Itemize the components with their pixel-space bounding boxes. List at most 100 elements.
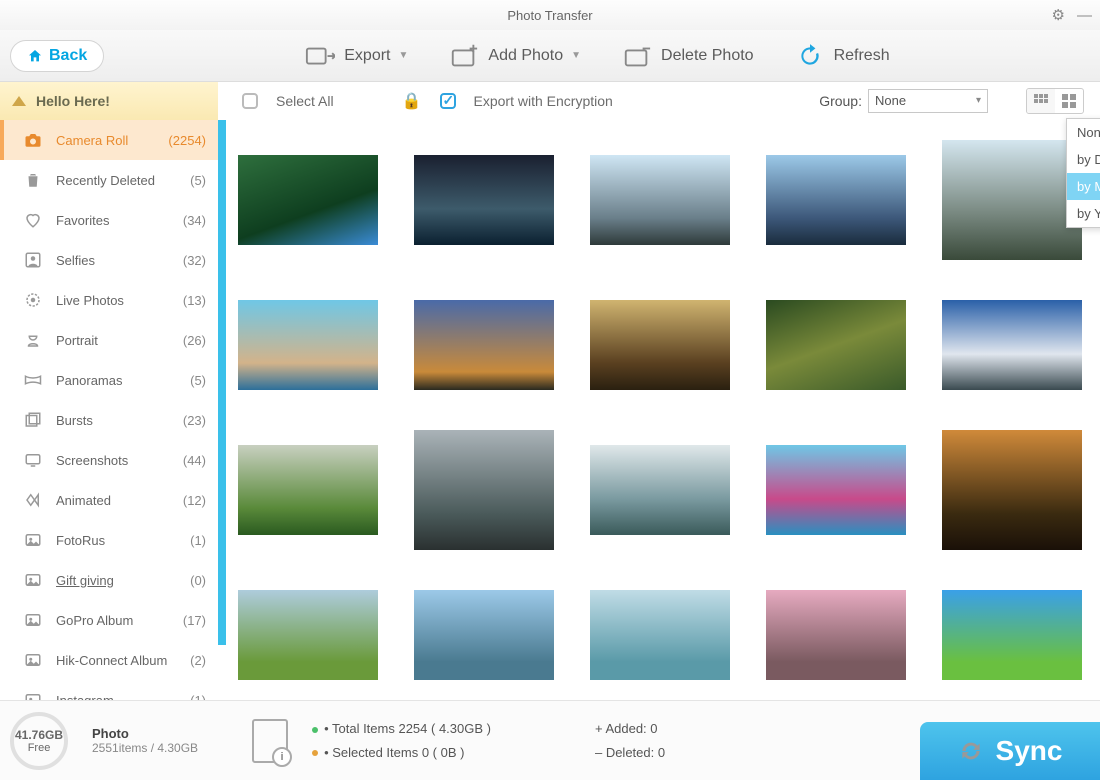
album-label: Instagram <box>56 693 176 701</box>
info-doc-icon <box>252 719 288 763</box>
view-toggle <box>1026 88 1084 114</box>
group-option-by-month[interactable]: by Month <box>1067 173 1100 200</box>
eject-icon <box>12 96 26 106</box>
photo-thumbnail[interactable] <box>238 430 378 550</box>
refresh-icon <box>794 43 826 69</box>
album-count: (13) <box>183 293 206 308</box>
sidebar-item-favorites[interactable]: Favorites(34) <box>0 200 218 240</box>
add-photo-button[interactable]: Add Photo ▼ <box>448 43 581 69</box>
heart-icon <box>24 211 42 229</box>
add-photo-icon <box>448 43 480 69</box>
refresh-label: Refresh <box>834 47 890 65</box>
album-label: Selfies <box>56 253 169 268</box>
options-bar: Select All 🔒 Export with Encryption Grou… <box>226 82 1100 120</box>
export-button[interactable]: Export ▼ <box>304 43 408 69</box>
album-icon <box>24 651 42 669</box>
chevron-down-icon: ▼ <box>571 50 581 61</box>
photo-thumbnail[interactable] <box>238 590 378 680</box>
delete-photo-label: Delete Photo <box>661 47 754 65</box>
photo-thumbnail[interactable] <box>414 140 554 260</box>
album-icon <box>24 571 42 589</box>
album-count: (2254) <box>168 133 206 148</box>
photo-thumbnail[interactable] <box>942 140 1082 260</box>
album-count: (26) <box>183 333 206 348</box>
photo-thumbnail[interactable] <box>590 590 730 680</box>
settings-icon[interactable]: ⚙ <box>1052 6 1065 24</box>
disk-usage-ring: 41.76GB Free <box>10 712 68 770</box>
view-grid-small-button[interactable] <box>1027 89 1055 113</box>
photo-thumbnail[interactable] <box>766 300 906 390</box>
refresh-button[interactable]: Refresh <box>794 43 890 69</box>
photo-thumbnail[interactable] <box>942 430 1082 550</box>
export-label: Export <box>344 47 390 65</box>
album-label: FotoRus <box>56 533 176 548</box>
status-bar: 41.76GB Free Photo 2551items / 4.30GB • … <box>0 700 1100 780</box>
sidebar-item-gopro-album[interactable]: GoPro Album(17) <box>0 600 218 640</box>
photo-thumbnail[interactable] <box>590 300 730 390</box>
sidebar-item-selfies[interactable]: Selfies(32) <box>0 240 218 280</box>
home-icon <box>27 48 43 64</box>
photo-thumbnail[interactable] <box>942 590 1082 680</box>
minimize-icon[interactable]: — <box>1077 7 1092 24</box>
disk-text: Photo 2551items / 4.30GB <box>92 726 198 755</box>
album-list[interactable]: Camera Roll(2254)Recently Deleted(5)Favo… <box>0 120 218 700</box>
photo-thumbnail[interactable] <box>766 590 906 680</box>
group-option-none[interactable]: None <box>1067 119 1100 146</box>
sidebar-item-panoramas[interactable]: Panoramas(5) <box>0 360 218 400</box>
sidebar-item-gift-giving[interactable]: Gift giving(0) <box>0 560 218 600</box>
window-title: Photo Transfer <box>507 8 592 23</box>
group-option-by-year[interactable]: by Year <box>1067 200 1100 227</box>
select-all-label: Select All <box>276 93 334 109</box>
back-button[interactable]: Back <box>10 40 104 72</box>
photo-thumbnail[interactable] <box>238 300 378 390</box>
person-icon <box>24 251 42 269</box>
sidebar-header: Hello Here! <box>0 82 218 120</box>
album-count: (17) <box>183 613 206 628</box>
group-dropdown-menu: Noneby Dayby Monthby Year <box>1066 118 1100 228</box>
totals-column: • Total Items 2254 ( 4.30GB ) • Selected… <box>312 717 491 764</box>
album-count: (5) <box>190 173 206 188</box>
sync-icon <box>958 738 984 764</box>
sidebar-item-screenshots[interactable]: Screenshots(44) <box>0 440 218 480</box>
sidebar-item-portrait[interactable]: Portrait (26) <box>0 320 218 360</box>
sidebar: Hello Here! Camera Roll(2254)Recently De… <box>0 82 218 700</box>
live-icon <box>24 291 42 309</box>
sync-button[interactable]: Sync <box>920 722 1100 780</box>
album-label: Panoramas <box>56 373 176 388</box>
chevron-down-icon: ▾ <box>976 95 981 106</box>
photo-thumbnail[interactable] <box>590 140 730 260</box>
photo-thumbnail[interactable] <box>766 140 906 260</box>
portrait-icon <box>24 331 42 349</box>
photo-thumbnail[interactable] <box>414 430 554 550</box>
delete-photo-button[interactable]: Delete Photo <box>621 43 754 69</box>
album-count: (2) <box>190 653 206 668</box>
select-all-checkbox[interactable] <box>242 93 258 109</box>
burst-icon <box>24 411 42 429</box>
photo-thumbnail[interactable] <box>414 590 554 680</box>
group-label: Group: <box>819 93 862 109</box>
sidebar-item-live-photos[interactable]: Live Photos (13) <box>0 280 218 320</box>
album-count: (34) <box>183 213 206 228</box>
photo-thumbnail[interactable] <box>942 300 1082 390</box>
album-label: Portrait <box>56 333 169 348</box>
sidebar-item-fotorus[interactable]: FotoRus(1) <box>0 520 218 560</box>
encryption-checkbox[interactable] <box>440 93 456 109</box>
photo-thumbnail[interactable] <box>414 300 554 390</box>
sidebar-item-animated[interactable]: Animated(12) <box>0 480 218 520</box>
view-grid-large-button[interactable] <box>1055 89 1083 113</box>
album-count: (44) <box>183 453 206 468</box>
photo-thumbnail[interactable] <box>590 430 730 550</box>
photo-thumbnail[interactable] <box>238 140 378 260</box>
sidebar-item-recently-deleted[interactable]: Recently Deleted(5) <box>0 160 218 200</box>
sidebar-item-instagram[interactable]: Instagram(1) <box>0 680 218 700</box>
photo-thumbnail[interactable] <box>766 430 906 550</box>
album-label: Live Photos <box>56 293 169 308</box>
sidebar-item-camera-roll[interactable]: Camera Roll(2254) <box>0 120 218 160</box>
sidebar-item-hik-connect-album[interactable]: Hik-Connect Album(2) <box>0 640 218 680</box>
sidebar-item-bursts[interactable]: Bursts(23) <box>0 400 218 440</box>
lock-icon: 🔒 <box>402 91 422 111</box>
scroll-accent <box>218 120 226 645</box>
photo-grid[interactable] <box>226 120 1100 700</box>
group-option-by-day[interactable]: by Day <box>1067 146 1100 173</box>
group-dropdown[interactable]: None ▾ <box>868 89 988 113</box>
